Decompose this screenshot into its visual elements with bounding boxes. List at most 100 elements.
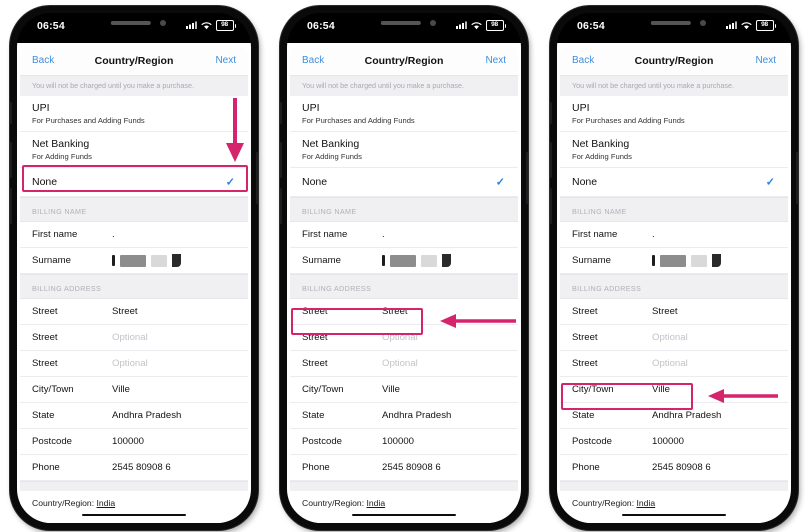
home-indicator-3[interactable] <box>622 513 726 516</box>
country-region-footer-1[interactable]: Country/Region: India <box>20 491 248 508</box>
mute-switch-2[interactable] <box>280 102 282 124</box>
surname-row-1[interactable]: Surname <box>20 248 248 274</box>
first-name-row-1[interactable]: First name . <box>20 222 248 248</box>
power-button-3[interactable] <box>796 152 798 204</box>
mute-switch-1[interactable] <box>10 102 12 124</box>
first-name-row-3[interactable]: First name . <box>560 222 788 248</box>
home-indicator-1[interactable] <box>82 513 186 516</box>
postcode-row-3[interactable]: Postcode 100000 <box>560 429 788 455</box>
option-title: UPI <box>32 102 50 114</box>
redacted-surname-value-1 <box>112 254 181 268</box>
field-label: Surname <box>302 255 341 266</box>
redaction-block <box>390 254 416 267</box>
field-label: Postcode <box>572 436 613 447</box>
state-row-2[interactable]: State Andhra Pradesh <box>290 403 518 429</box>
nav-bar-1: Back Country/Region Next <box>20 46 248 75</box>
wifi-icon-1 <box>201 22 211 30</box>
mute-switch-3[interactable] <box>550 102 552 124</box>
field-label: First name <box>572 229 618 240</box>
surname-row-2[interactable]: Surname <box>290 248 518 274</box>
street-row-1-a[interactable]: Street Street <box>20 299 248 325</box>
first-name-row-2[interactable]: First name . <box>290 222 518 248</box>
field-label: City/Town <box>32 384 74 395</box>
city-town-row-3[interactable]: City/Town Ville <box>560 377 788 403</box>
state-row-3[interactable]: State Andhra Pradesh <box>560 403 788 429</box>
back-button-2[interactable]: Back <box>302 55 324 66</box>
state-row-1[interactable]: State Andhra Pradesh <box>20 403 248 429</box>
field-value: Optional <box>652 332 688 343</box>
phone-row-2[interactable]: Phone 2545 80908 6 <box>290 455 518 481</box>
country-region-value[interactable]: India <box>97 498 116 508</box>
power-button-2[interactable] <box>526 152 528 204</box>
home-indicator-2[interactable] <box>352 513 456 516</box>
billing-address-section-header-3: BILLING ADDRESS <box>560 274 788 299</box>
surname-row-3[interactable]: Surname <box>560 248 788 274</box>
volume-down-button-2[interactable] <box>280 188 282 224</box>
payment-option-netbanking-1[interactable]: Net Banking For Adding Funds <box>20 132 248 168</box>
field-label: Street <box>302 306 328 317</box>
payment-option-netbanking-3[interactable]: Net Banking For Adding Funds <box>560 132 788 168</box>
battery-tip-2 <box>504 23 506 28</box>
field-label: Postcode <box>302 436 343 447</box>
street-row-3-b[interactable]: Street Optional <box>560 325 788 351</box>
country-region-footer-3[interactable]: Country/Region: India <box>560 491 788 508</box>
back-button-1[interactable]: Back <box>32 55 54 66</box>
next-button-3[interactable]: Next <box>755 55 776 66</box>
power-button-1[interactable] <box>256 152 258 204</box>
country-region-value[interactable]: India <box>367 498 386 508</box>
next-button-1[interactable]: Next <box>215 55 236 66</box>
payment-option-upi-2[interactable]: UPI For Purchases and Adding Funds <box>290 96 518 132</box>
postcode-row-1[interactable]: Postcode 100000 <box>20 429 248 455</box>
option-subtitle: For Adding Funds <box>32 152 92 161</box>
payment-options-list-2: UPI For Purchases and Adding Funds Net B… <box>290 96 518 197</box>
volume-up-button-2[interactable] <box>280 142 282 178</box>
volume-up-button-3[interactable] <box>550 142 552 178</box>
field-value: Street <box>652 306 678 317</box>
payment-option-netbanking-2[interactable]: Net Banking For Adding Funds <box>290 132 518 168</box>
payment-option-none-3[interactable]: None ✓ <box>560 168 788 197</box>
volume-down-button-1[interactable] <box>10 188 12 224</box>
app-viewport-2: Back Country/Region Next You will not be… <box>287 43 521 523</box>
country-region-value[interactable]: India <box>637 498 656 508</box>
field-label: State <box>572 410 595 421</box>
field-value: 100000 <box>112 436 145 447</box>
front-camera-icon-2 <box>430 20 436 26</box>
street-row-3-c[interactable]: Street Optional <box>560 351 788 377</box>
battery-icon-2: 98 <box>485 20 506 31</box>
field-label: State <box>32 410 55 421</box>
field-value: Ville <box>112 384 130 395</box>
volume-up-button-1[interactable] <box>10 142 12 178</box>
payment-option-none-2[interactable]: None ✓ <box>290 168 518 197</box>
payment-option-upi-1[interactable]: UPI For Purchases and Adding Funds <box>20 96 248 132</box>
field-label: State <box>302 410 325 421</box>
option-title: UPI <box>572 102 590 114</box>
checkmark-icon-3: ✓ <box>765 176 775 189</box>
street-row-3-a[interactable]: Street Street <box>560 299 788 325</box>
street-row-2-c[interactable]: Street Optional <box>290 351 518 377</box>
street-row-2-a[interactable]: Street Street <box>290 299 518 325</box>
back-button-3[interactable]: Back <box>572 55 594 66</box>
country-region-prefix: Country/Region: <box>32 498 95 508</box>
street-row-1-b[interactable]: Street Optional <box>20 325 248 351</box>
status-bar-2: 06:54 98 <box>287 13 521 43</box>
street-row-2-b[interactable]: Street Optional <box>290 325 518 351</box>
street-row-1-c[interactable]: Street Optional <box>20 351 248 377</box>
field-label: Surname <box>32 255 71 266</box>
phone-row-1[interactable]: Phone 2545 80908 6 <box>20 455 248 481</box>
payment-option-none-1[interactable]: None ✓ <box>20 168 248 197</box>
field-label: Phone <box>32 462 60 473</box>
field-label: Street <box>572 306 598 317</box>
payment-option-upi-3[interactable]: UPI For Purchases and Adding Funds <box>560 96 788 132</box>
battery-icon-1: 98 <box>215 20 236 31</box>
volume-down-button-3[interactable] <box>550 188 552 224</box>
city-town-row-1[interactable]: City/Town Ville <box>20 377 248 403</box>
battery-level-label-2: 98 <box>485 20 504 31</box>
city-town-row-2[interactable]: City/Town Ville <box>290 377 518 403</box>
next-button-2[interactable]: Next <box>485 55 506 66</box>
battery-tip-1 <box>234 23 236 28</box>
phone-row-3[interactable]: Phone 2545 80908 6 <box>560 455 788 481</box>
country-region-footer-2[interactable]: Country/Region: India <box>290 491 518 508</box>
field-value: . <box>112 229 115 240</box>
option-title: Net Banking <box>572 138 630 150</box>
postcode-row-2[interactable]: Postcode 100000 <box>290 429 518 455</box>
